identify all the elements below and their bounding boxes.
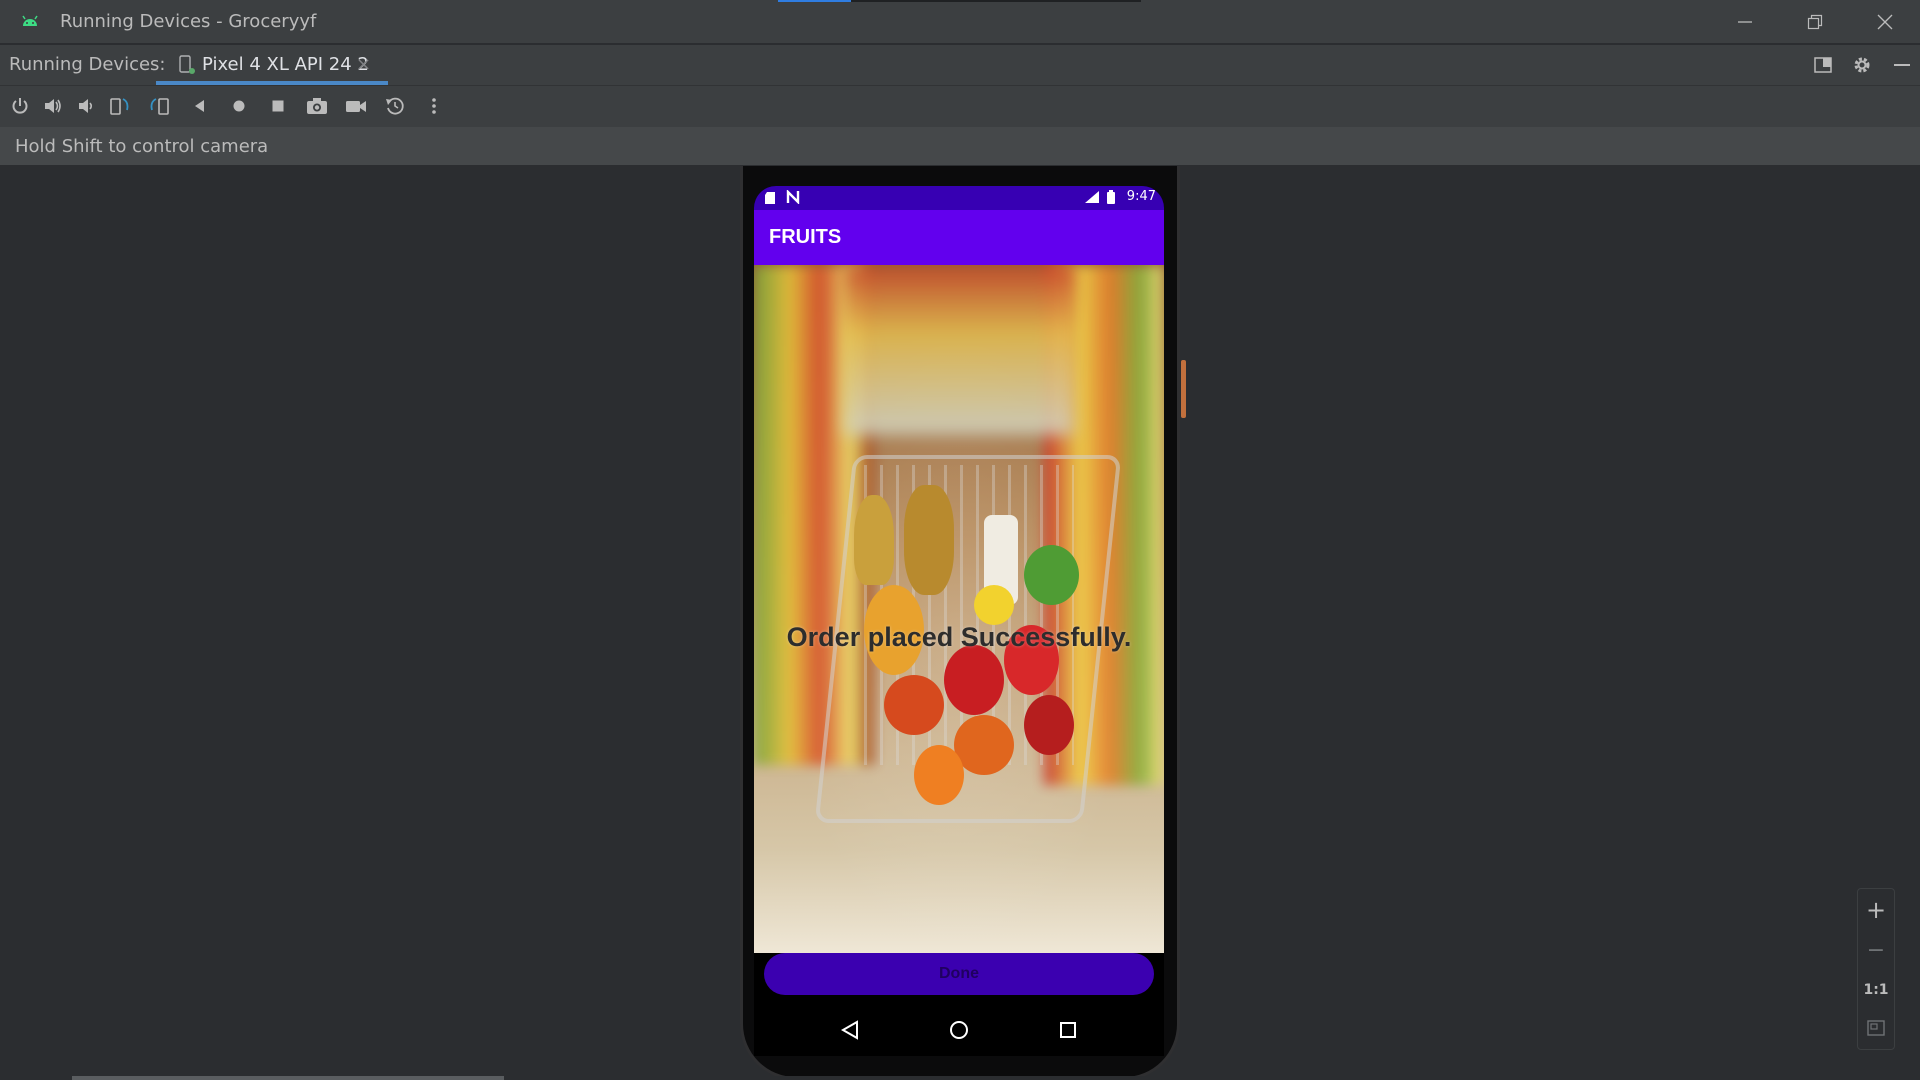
running-devices-label: Running Devices: — [9, 54, 166, 75]
window-titlebar: Running Devices - Groceryyf — [0, 0, 1920, 43]
android-status-bar: 9:47 — [754, 186, 1164, 210]
minimize-icon — [1737, 14, 1753, 30]
tab-close-icon[interactable]: × — [356, 54, 371, 75]
status-time: 9:47 — [1126, 189, 1156, 204]
horizontal-scrollbar-thumb[interactable] — [72, 1076, 504, 1080]
tab-pixel-4-xl[interactable]: Pixel 4 XL API 24 2 × — [156, 45, 388, 85]
hint-banner: Hold Shift to control camera — [0, 127, 1920, 165]
nav-home-icon[interactable] — [947, 1018, 971, 1042]
app-toolbar: FRUITS — [754, 210, 1164, 265]
rotate-left-icon[interactable] — [108, 94, 132, 118]
device-toolbar — [0, 85, 1920, 127]
overview-icon[interactable] — [266, 94, 290, 118]
title-progress-bar — [778, 0, 1141, 2]
close-button[interactable] — [1850, 0, 1920, 43]
settings-icon[interactable] — [1850, 53, 1874, 77]
zoom-in-button[interactable]: + — [1858, 891, 1894, 929]
restore-button[interactable] — [1780, 0, 1850, 43]
screen-record-icon[interactable] — [344, 94, 368, 118]
power-icon[interactable] — [8, 94, 32, 118]
layout-icon[interactable] — [1811, 53, 1835, 77]
sd-card-icon — [764, 191, 776, 205]
phone-side-button[interactable] — [1181, 360, 1186, 418]
restore-icon — [1807, 14, 1823, 30]
more-icon[interactable] — [422, 94, 446, 118]
device-icon — [178, 55, 196, 75]
signal-icon — [1084, 190, 1100, 204]
title-progress-fill — [778, 0, 851, 2]
rotate-right-icon[interactable] — [148, 94, 172, 118]
close-icon — [1877, 14, 1893, 30]
nav-back-icon[interactable] — [838, 1018, 862, 1042]
notification-n-icon — [786, 190, 800, 204]
device-display-area: 9:47 FRUITS Order placed Successfully. D… — [0, 166, 1920, 1080]
device-tab-label: Pixel 4 XL API 24 2 — [202, 54, 369, 75]
done-button-label: Done — [939, 965, 979, 982]
hide-icon[interactable] — [1890, 53, 1914, 77]
actual-size-button[interactable]: 1:1 — [1858, 971, 1894, 1009]
done-button[interactable]: Done — [764, 953, 1154, 995]
home-icon[interactable] — [227, 94, 251, 118]
window-title: Running Devices - Groceryyf — [60, 11, 317, 32]
reset-icon[interactable] — [383, 94, 407, 118]
battery-icon — [1106, 190, 1116, 205]
screenshot-icon[interactable] — [305, 94, 329, 118]
hint-text: Hold Shift to control camera — [15, 136, 269, 157]
nav-recents-icon[interactable] — [1056, 1018, 1080, 1042]
fit-screen-icon[interactable] — [1858, 1009, 1894, 1047]
order-success-message: Order placed Successfully. — [786, 622, 1132, 652]
running-devices-tabbar: Running Devices: Pixel 4 XL API 24 2 × — [0, 44, 1920, 85]
volume-up-icon[interactable] — [41, 94, 65, 118]
android-icon — [20, 12, 40, 32]
phone-screen[interactable]: 9:47 FRUITS Order placed Successfully. D… — [754, 186, 1164, 1004]
zoom-out-button[interactable]: − — [1858, 931, 1894, 969]
volume-down-icon[interactable] — [74, 94, 98, 118]
android-navigation-bar — [754, 1004, 1164, 1056]
grocery-cart-background-image: Order placed Successfully. — [754, 265, 1164, 953]
minimize-button[interactable] — [1710, 0, 1780, 43]
zoom-controls: + − 1:1 — [1857, 888, 1895, 1050]
app-title: FRUITS — [769, 226, 842, 248]
back-icon[interactable] — [188, 94, 212, 118]
